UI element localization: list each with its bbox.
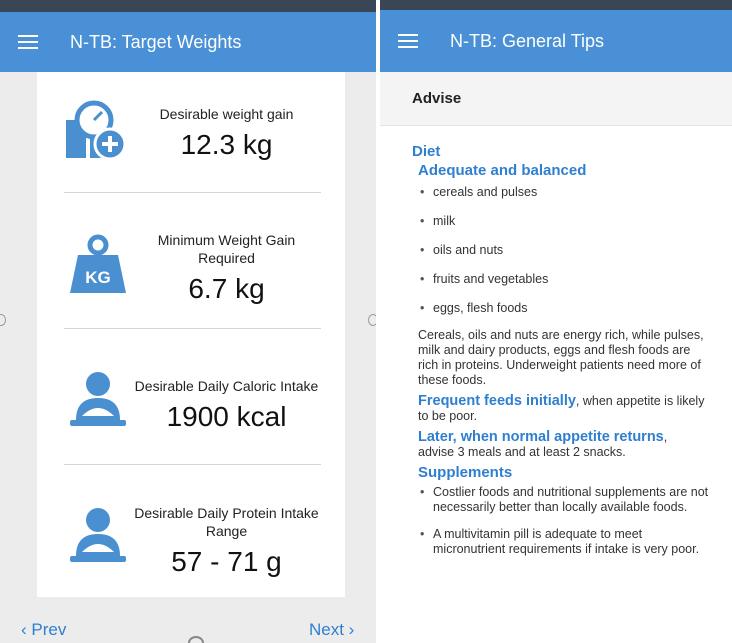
stat-label: Desirable weight gain — [159, 106, 294, 122]
weight-gain-stat: Desirable weight gain 12.3 kg — [64, 72, 321, 194]
diet-heading: Diet — [412, 143, 441, 160]
list-item: A multivitamin pill is adequate to meet … — [420, 527, 712, 557]
balanced-heading: Adequate and balanced — [418, 162, 587, 179]
app-title: N-TB: General Tips — [450, 30, 605, 51]
weight-scale-add-icon — [64, 98, 132, 162]
stat-label: Desirable Daily Protein Intake Range — [134, 505, 319, 539]
home-button-icon[interactable] — [188, 636, 204, 643]
list-item: oils and nuts — [420, 243, 712, 258]
later-advice: advise 3 meals and at least 2 snacks. — [418, 445, 626, 459]
stat-label: Desirable Daily Caloric Intake — [134, 378, 319, 394]
svg-text:KG: KG — [85, 268, 111, 287]
foods-list: cereals and pulses milk oils and nuts fr… — [420, 185, 712, 316]
stat-label: Minimum Weight Gain Required — [157, 232, 296, 266]
section-header-label: Advise — [412, 90, 462, 107]
divider — [64, 192, 321, 193]
target-weights-card: Desirable weight gain 12.3 kg KG Minimum… — [37, 72, 345, 597]
person-eating-icon — [64, 370, 132, 434]
app-title: N-TB: Target Weights — [70, 31, 242, 52]
app-bar: N-TB: Target Weights — [0, 12, 376, 72]
divider — [64, 464, 321, 465]
status-bar — [0, 0, 376, 12]
stat-value: 1900 kcal — [166, 401, 287, 432]
person-eating-icon — [64, 506, 132, 570]
hamburger-menu-icon[interactable] — [0, 12, 56, 72]
page-edge-indicator — [0, 314, 6, 326]
status-bar — [380, 0, 732, 10]
target-weights-screen: N-TB: Target Weights Desirable weight ga… — [0, 0, 376, 643]
stat-value: 6.7 kg — [188, 273, 265, 304]
daily-protein-intake-stat: Desirable Daily Protein Intake Range 57 … — [64, 480, 321, 602]
prev-button[interactable]: ‹ Prev — [21, 620, 66, 640]
stat-value: 57 - 71 g — [171, 546, 282, 577]
stat-value: 12.3 kg — [180, 129, 273, 160]
supplements-list: Costlier foods and nutritional supplemen… — [420, 485, 712, 557]
hamburger-menu-icon[interactable] — [380, 10, 436, 72]
section-header: Advise — [380, 72, 732, 126]
list-item: cereals and pulses — [420, 185, 712, 200]
app-bar: N-TB: General Tips — [380, 10, 732, 72]
frequent-feeds-tip: Frequent feeds initially, when appetite … — [418, 394, 712, 424]
list-item: Costlier foods and nutritional supplemen… — [420, 485, 712, 515]
tips-content: Diet Adequate and balanced cereals and p… — [412, 143, 712, 557]
list-item: eggs, flesh foods — [420, 301, 712, 316]
minimum-weight-gain-stat: KG Minimum Weight Gain Required 6.7 kg — [64, 207, 321, 329]
frequent-heading: Frequent feeds initially — [418, 393, 576, 409]
later-text: , — [663, 430, 668, 444]
kg-weight-icon: KG — [64, 233, 132, 297]
page-edge-indicator — [368, 314, 376, 326]
daily-caloric-intake-stat: Desirable Daily Caloric Intake 1900 kcal — [64, 344, 321, 466]
general-tips-screen: N-TB: General Tips Advise Diet Adequate … — [380, 0, 732, 643]
divider — [64, 328, 321, 329]
supplements-heading: Supplements — [418, 464, 513, 481]
later-tip: Later, when normal appetite returns, — [418, 430, 712, 445]
next-button[interactable]: Next › — [309, 620, 354, 640]
list-item: fruits and vegetables — [420, 272, 712, 287]
foods-note: Cereals, oils and nuts are energy rich, … — [418, 328, 704, 387]
later-heading: Later, when normal appetite returns — [418, 429, 664, 445]
list-item: milk — [420, 214, 712, 229]
